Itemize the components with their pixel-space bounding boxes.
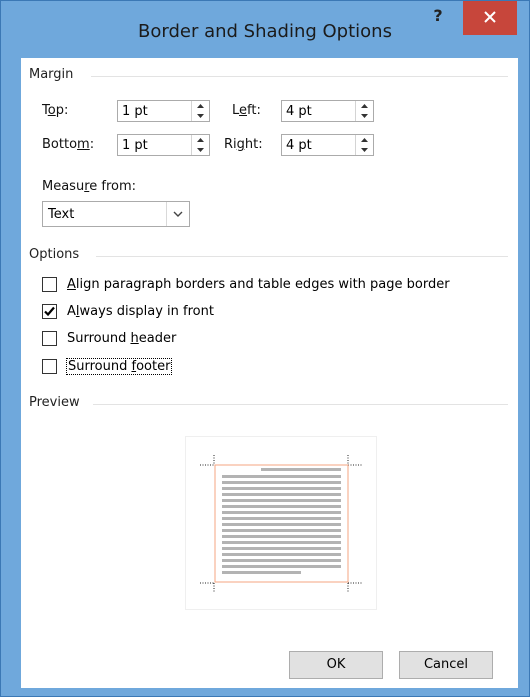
cancel-button[interactable]: Cancel bbox=[399, 651, 493, 679]
bottom-margin-value[interactable]: 1 pt bbox=[122, 138, 148, 153]
option-label: Align paragraph borders and table edges … bbox=[67, 277, 450, 292]
right-margin-value[interactable]: 4 pt bbox=[286, 138, 312, 153]
preview-divider bbox=[93, 404, 508, 405]
spin-up-icon[interactable] bbox=[356, 101, 373, 111]
checkmark-icon bbox=[44, 306, 55, 317]
option-label: Surround footer bbox=[65, 358, 173, 375]
bottom-label: Bottom: bbox=[42, 137, 95, 152]
option-label: Always display in front bbox=[67, 304, 214, 319]
checkbox[interactable] bbox=[42, 359, 57, 374]
bottom-margin-spinner[interactable]: 1 pt bbox=[117, 134, 210, 156]
spin-down-icon[interactable] bbox=[192, 145, 209, 155]
title-bar[interactable]: Border and Shading Options ? bbox=[1, 1, 529, 65]
page-preview-graphic bbox=[200, 455, 362, 593]
spin-up-icon[interactable] bbox=[192, 101, 209, 111]
measure-from-label: Measure from: bbox=[42, 179, 137, 194]
options-divider bbox=[96, 256, 508, 257]
chevron-down-icon[interactable] bbox=[166, 202, 189, 226]
right-label: Right: bbox=[224, 137, 263, 152]
close-icon bbox=[484, 11, 496, 23]
measure-from-value: Text bbox=[48, 207, 75, 222]
spin-down-icon[interactable] bbox=[356, 111, 373, 121]
checkbox-checked[interactable] bbox=[42, 304, 57, 319]
option-label: Surround header bbox=[67, 331, 177, 346]
margin-divider bbox=[91, 76, 508, 77]
left-margin-value[interactable]: 4 pt bbox=[286, 104, 312, 119]
spin-down-icon[interactable] bbox=[192, 111, 209, 121]
spin-down-icon[interactable] bbox=[356, 145, 373, 155]
preview-section-label: Preview bbox=[29, 395, 80, 410]
checkbox[interactable] bbox=[42, 277, 57, 292]
dialog-client-area: Margin Top: 1 pt Left: 4 pt Bottom: 1 pt bbox=[21, 58, 518, 688]
ok-button[interactable]: OK bbox=[289, 651, 383, 679]
top-label: Top: bbox=[42, 103, 69, 118]
top-margin-spinner[interactable]: 1 pt bbox=[117, 100, 210, 122]
top-margin-value[interactable]: 1 pt bbox=[122, 104, 148, 119]
left-margin-spinner[interactable]: 4 pt bbox=[281, 100, 374, 122]
options-section-label: Options bbox=[29, 247, 80, 262]
preview-pane bbox=[185, 436, 377, 610]
right-margin-spinner[interactable]: 4 pt bbox=[281, 134, 374, 156]
dialog-window: Border and Shading Options ? Margin Top:… bbox=[0, 0, 530, 697]
close-button[interactable] bbox=[463, 1, 517, 35]
spin-up-icon[interactable] bbox=[192, 135, 209, 145]
help-button[interactable]: ? bbox=[425, 3, 451, 29]
spin-up-icon[interactable] bbox=[356, 135, 373, 145]
measure-from-dropdown[interactable]: Text bbox=[42, 201, 190, 227]
checkbox[interactable] bbox=[42, 331, 57, 346]
margin-section-label: Margin bbox=[29, 67, 74, 82]
left-label: Left: bbox=[232, 103, 261, 118]
